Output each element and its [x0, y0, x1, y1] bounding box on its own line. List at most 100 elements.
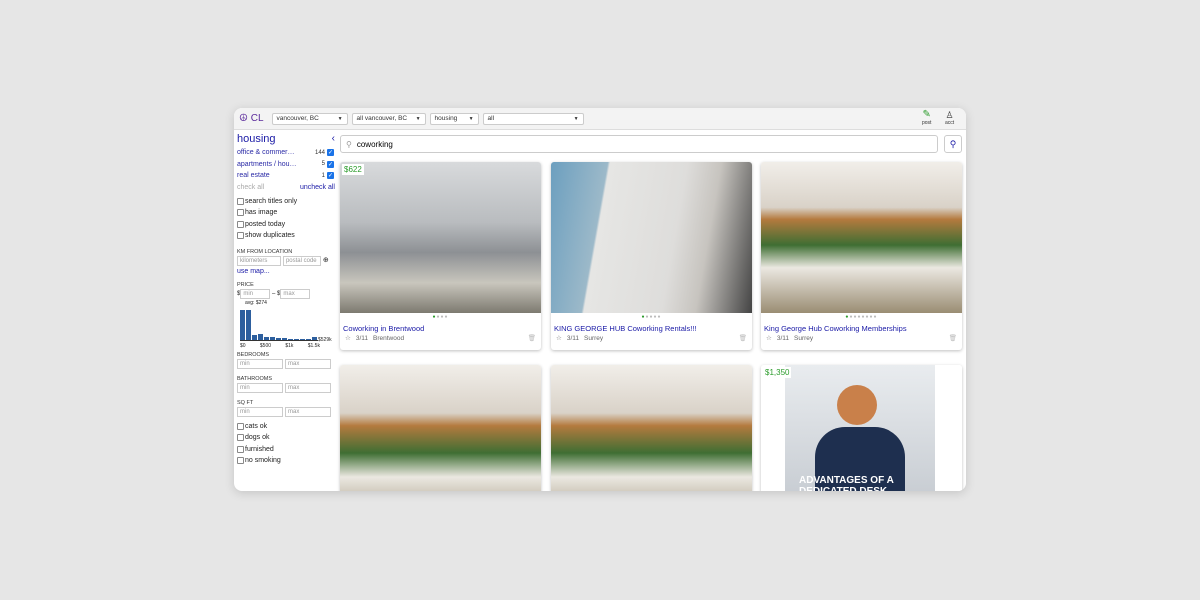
checkbox-checked[interactable]: ✓ — [327, 160, 334, 168]
listing-date: 3/11 — [355, 334, 368, 342]
checkbox[interactable] — [237, 434, 244, 442]
histogram-bar — [306, 338, 311, 340]
trash-icon[interactable]: 🗑 — [949, 334, 957, 342]
listing-card[interactable]: ADVANTAGES OF A DEDICATED DESK $1,350 — [761, 365, 962, 491]
trash-icon[interactable]: 🗑 — [739, 334, 747, 342]
listing-image[interactable] — [551, 162, 752, 313]
filter-option[interactable]: cats ok — [237, 421, 335, 433]
listing-card[interactable]: ●●●●● KING GEORGE HUB Coworking Rentals!!… — [551, 162, 752, 350]
uncheck-all-link[interactable]: uncheck all — [300, 184, 335, 191]
ad-text: ADVANTAGES OF A DEDICATED DESK — [799, 475, 894, 491]
checkbox[interactable] — [237, 209, 244, 217]
bathrooms-max[interactable]: max — [285, 382, 331, 393]
checkbox[interactable] — [237, 220, 244, 228]
price-histogram[interactable]: avg: $274 $529k $0 $500 $1k $1.5k — [237, 299, 335, 349]
listing-card[interactable]: $622 ●●●● Coworking in Brentwood ☆ 3/11 Brent… — [340, 162, 541, 350]
subarea-value: all vancouver, BC — [356, 115, 408, 122]
category-label: office & commer… — [237, 149, 295, 157]
postal-code-input[interactable]: postal code — [282, 255, 321, 266]
listing-image[interactable]: ADVANTAGES OF A DEDICATED DESK $1,350 — [761, 365, 962, 491]
price-min-input[interactable]: min — [240, 288, 271, 299]
listing-location: Surrey — [584, 334, 604, 342]
histogram-bar — [246, 309, 251, 340]
search-query: coworking — [356, 139, 393, 149]
image-pager-dots[interactable]: ●●●●● — [551, 313, 752, 321]
subcategory-select[interactable]: all ▼ — [482, 112, 584, 125]
locate-icon[interactable]: ⊕ — [323, 257, 329, 264]
star-icon[interactable]: ☆ — [766, 334, 772, 342]
option-label: no smoking — [245, 457, 281, 465]
histogram-bar — [294, 338, 299, 340]
sqft-min[interactable]: min — [237, 406, 283, 417]
listing-image[interactable] — [551, 365, 752, 491]
histogram-bar — [270, 336, 275, 340]
subarea-select[interactable]: all vancouver, BC ▼ — [351, 112, 426, 125]
category-select[interactable]: housing ▼ — [429, 112, 479, 125]
checkbox-checked[interactable]: ✓ — [327, 149, 334, 157]
account-button[interactable]: ♙ acct — [945, 110, 954, 126]
listing-image[interactable] — [340, 365, 541, 491]
category-item[interactable]: real estate 1 ✓ — [237, 170, 335, 182]
star-icon[interactable]: ☆ — [345, 334, 351, 342]
category-item[interactable]: office & commer… 144 ✓ — [237, 147, 335, 159]
filter-option[interactable]: search titles only — [237, 196, 335, 208]
checkbox-checked[interactable]: ✓ — [327, 172, 334, 180]
image-pager-dots[interactable]: ●●●●●●●● — [761, 313, 962, 321]
sqft-max[interactable]: max — [285, 406, 331, 417]
trash-icon[interactable]: 🗑 — [528, 334, 536, 342]
search-button[interactable]: ⚲ — [944, 135, 962, 153]
histogram-avg: avg: $274 — [245, 299, 267, 306]
histogram-tick: $1.5k — [307, 342, 320, 349]
listing-card[interactable]: ●●●●●●●● King George Hub Coworking Member… — [761, 162, 962, 350]
star-icon[interactable]: ☆ — [556, 334, 562, 342]
listing-title[interactable]: Coworking in Brentwood — [340, 324, 541, 333]
listing-card[interactable] — [551, 365, 752, 491]
filter-option[interactable]: has image — [237, 207, 335, 219]
sidebar-title: housing — [237, 133, 276, 145]
cl-logo[interactable]: ☮ CL — [239, 113, 264, 124]
category-item[interactable]: apartments / hou… 5 ✓ — [237, 159, 335, 171]
listing-price: $1,350 — [763, 367, 792, 378]
region-value: vancouver, BC — [276, 115, 319, 122]
histogram-bar — [282, 337, 287, 340]
bathrooms-label: BATHROOMS — [237, 375, 273, 382]
bedrooms-min[interactable]: min — [237, 358, 283, 369]
listing-image[interactable] — [761, 162, 962, 313]
collapse-icon[interactable]: ‹ — [332, 133, 335, 145]
post-button[interactable]: ✎ post — [922, 110, 932, 127]
category-count: 1 — [321, 172, 325, 179]
category-count: 5 — [321, 161, 325, 168]
category-label: real estate — [237, 172, 270, 180]
filter-option[interactable]: show duplicates — [237, 230, 335, 242]
listing-title[interactable]: King George Hub Coworking Memberships — [761, 324, 962, 333]
filter-option[interactable]: no smoking — [237, 455, 335, 467]
image-pager-dots[interactable]: ●●●● — [340, 313, 541, 321]
listing-image[interactable]: $622 — [340, 162, 541, 313]
histogram-bar — [240, 309, 245, 340]
search-input[interactable]: ⚲ coworking — [340, 135, 938, 153]
post-label: post — [922, 120, 932, 126]
caret-down-icon: ▼ — [468, 115, 474, 122]
bathrooms-min[interactable]: min — [237, 382, 283, 393]
filter-option[interactable]: furnished — [237, 444, 335, 456]
kilometers-input[interactable]: kilometers — [237, 255, 281, 266]
listing-card[interactable] — [340, 365, 541, 491]
check-all-link[interactable]: check all — [237, 184, 264, 191]
filter-option[interactable]: dogs ok — [237, 432, 335, 444]
use-map-link[interactable]: use map... — [237, 268, 335, 275]
price-max-input[interactable]: max — [280, 288, 311, 299]
listing-title[interactable]: KING GEORGE HUB Coworking Rentals!!! — [551, 324, 752, 333]
filter-option[interactable]: posted today — [237, 219, 335, 231]
region-select[interactable]: vancouver, BC ▼ — [271, 112, 348, 125]
histogram-bar — [288, 338, 293, 340]
checkbox[interactable] — [237, 197, 244, 205]
option-label: cats ok — [245, 422, 268, 430]
option-label: dogs ok — [245, 434, 270, 442]
checkbox[interactable] — [237, 422, 244, 430]
bedrooms-max[interactable]: max — [285, 358, 331, 369]
ad-image: ADVANTAGES OF A DEDICATED DESK — [785, 365, 935, 491]
checkbox[interactable] — [237, 232, 244, 240]
histogram-tick: $500 — [259, 342, 272, 349]
checkbox[interactable] — [237, 445, 244, 453]
checkbox[interactable] — [237, 457, 244, 465]
